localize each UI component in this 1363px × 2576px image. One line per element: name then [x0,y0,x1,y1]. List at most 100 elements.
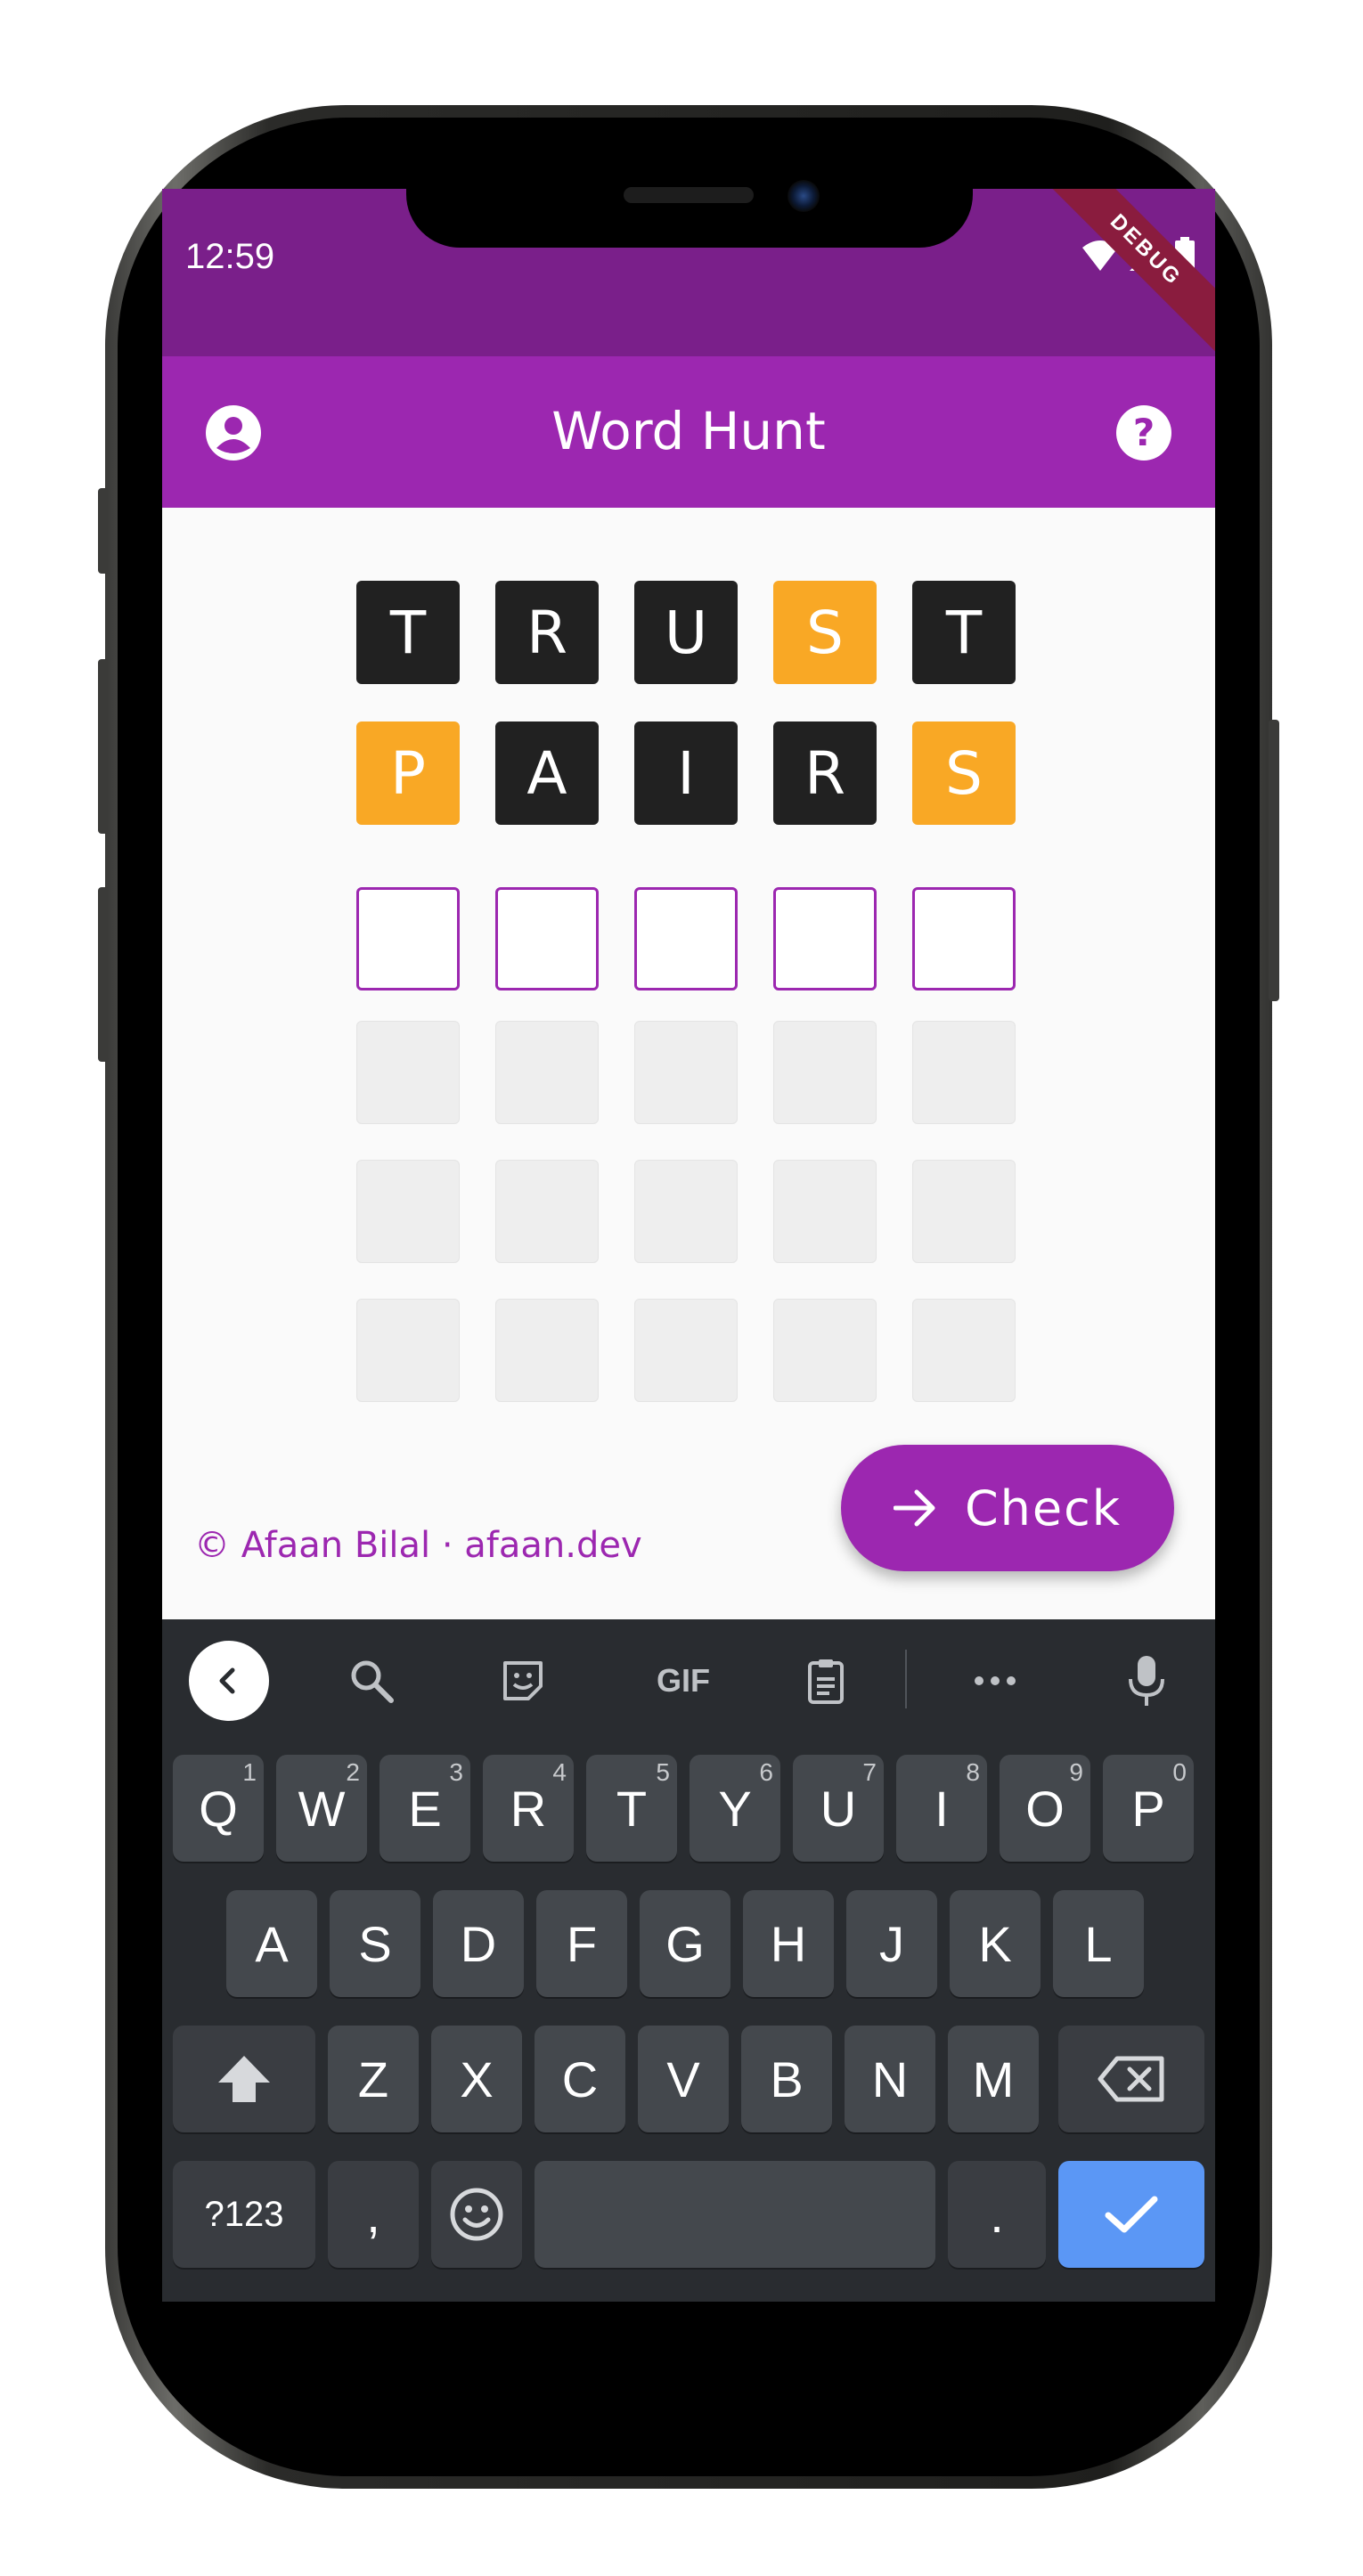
volume-up-button [98,659,109,834]
volume-down-button [98,887,109,1062]
gif-icon[interactable]: GIF [634,1641,732,1721]
board-tile[interactable] [634,887,738,990]
key-s[interactable]: S [330,1890,420,1997]
key-b[interactable]: B [741,2026,832,2132]
key-h[interactable]: H [743,1890,834,1997]
key-e[interactable]: E3 [380,1755,470,1862]
board-tile[interactable] [356,887,460,990]
check-button[interactable]: Check [841,1445,1174,1571]
key-m[interactable]: M [948,2026,1039,2132]
board-tile [912,1299,1016,1402]
board-tile[interactable] [495,887,599,990]
key-r-label: R [510,1780,547,1837]
clipboard-icon[interactable] [786,1641,866,1721]
space-bar[interactable] [535,2161,935,2268]
game-board: TRUSTPAIRS [162,508,1215,1488]
key-t[interactable]: T5 [586,1755,677,1862]
debug-ribbon: DEBUG [1035,189,1215,361]
key-number-hint: 7 [862,1758,877,1786]
board-tile: T [356,581,460,684]
board-tile: R [773,721,877,825]
key-w[interactable]: W2 [276,1755,367,1862]
more-icon[interactable] [955,1641,1035,1721]
shift-key[interactable] [173,2026,315,2132]
period-key[interactable]: . [948,2161,1046,2268]
board-tile: S [773,581,877,684]
key-e-label: E [408,1780,442,1837]
board-tile [495,1021,599,1124]
key-y[interactable]: Y6 [690,1755,780,1862]
key-v[interactable]: V [638,2026,729,2132]
key-d[interactable]: D [433,1890,524,1997]
board-tile: S [912,721,1016,825]
board-tile: I [634,721,738,825]
keyboard-toolbar: GIF [162,1619,1215,1744]
gif-label: GIF [657,1662,710,1699]
key-u[interactable]: U7 [793,1755,884,1862]
key-s-label: S [358,1915,392,1972]
sticker-icon[interactable] [483,1641,563,1721]
key-h-label: H [770,1915,807,1972]
board-tile: R [495,581,599,684]
backspace-key[interactable] [1058,2026,1204,2132]
comma-key[interactable]: , [328,2161,419,2268]
search-icon[interactable] [331,1641,412,1721]
board-tile: P [356,721,460,825]
key-j-label: J [879,1915,904,1972]
key-c-label: C [561,2050,599,2107]
key-q[interactable]: Q1 [173,1755,264,1862]
board-tile [356,1299,460,1402]
key-j[interactable]: J [846,1890,937,1997]
key-o[interactable]: O9 [1000,1755,1090,1862]
front-camera [788,180,820,212]
help-icon[interactable]: ? [1112,401,1176,465]
symbols-key[interactable]: ?123 [173,2161,315,2268]
check-button-label: Check [964,1480,1122,1537]
board-tile [356,1160,460,1263]
key-i[interactable]: I8 [896,1755,987,1862]
key-d-label: D [460,1915,497,1972]
mic-icon[interactable] [1106,1641,1187,1721]
key-p-label: P [1131,1780,1165,1837]
soft-keyboard: GIF Q1W2E3R4T5Y6U7I8O9P0ASDFGHJKLZXCVBNM… [162,1619,1215,2302]
key-t-label: T [616,1780,648,1837]
key-f-label: F [566,1915,598,1972]
key-a-label: A [255,1915,289,1972]
enter-key[interactable] [1058,2161,1204,2268]
key-number-hint: 8 [966,1758,980,1786]
key-f[interactable]: F [536,1890,627,1997]
key-l-label: L [1084,1915,1113,1972]
key-g-label: G [665,1915,705,1972]
period-key-label: . [990,2186,1004,2243]
key-u-label: U [820,1780,857,1837]
key-n[interactable]: N [845,2026,935,2132]
key-b-label: B [770,2050,804,2107]
key-r[interactable]: R4 [483,1755,574,1862]
board-tile[interactable] [773,887,877,990]
emoji-key[interactable] [431,2161,522,2268]
board-tile [495,1299,599,1402]
arrow-right-icon [893,1488,938,1528]
chevron-left-icon[interactable] [189,1641,269,1721]
key-z[interactable]: Z [328,2026,419,2132]
key-q-label: Q [199,1780,238,1837]
shift-icon [215,2052,273,2106]
power-button [1269,720,1279,1001]
symbols-key-label: ?123 [204,2194,284,2234]
key-x[interactable]: X [431,2026,522,2132]
key-k-label: K [978,1915,1012,1972]
key-w-label: W [298,1780,346,1837]
comma-key-label: , [366,2186,380,2243]
key-z-label: Z [357,2050,389,2107]
board-tile[interactable] [912,887,1016,990]
footer-credit[interactable]: © Afaan Bilal · afaan.dev [194,1525,642,1566]
key-p[interactable]: P0 [1103,1755,1194,1862]
key-k[interactable]: K [950,1890,1041,1997]
board-tile: A [495,721,599,825]
board-tile [634,1160,738,1263]
key-c[interactable]: C [535,2026,625,2132]
key-o-label: O [1025,1780,1065,1837]
key-a[interactable]: A [226,1890,317,1997]
key-l[interactable]: L [1053,1890,1144,1997]
key-g[interactable]: G [640,1890,730,1997]
